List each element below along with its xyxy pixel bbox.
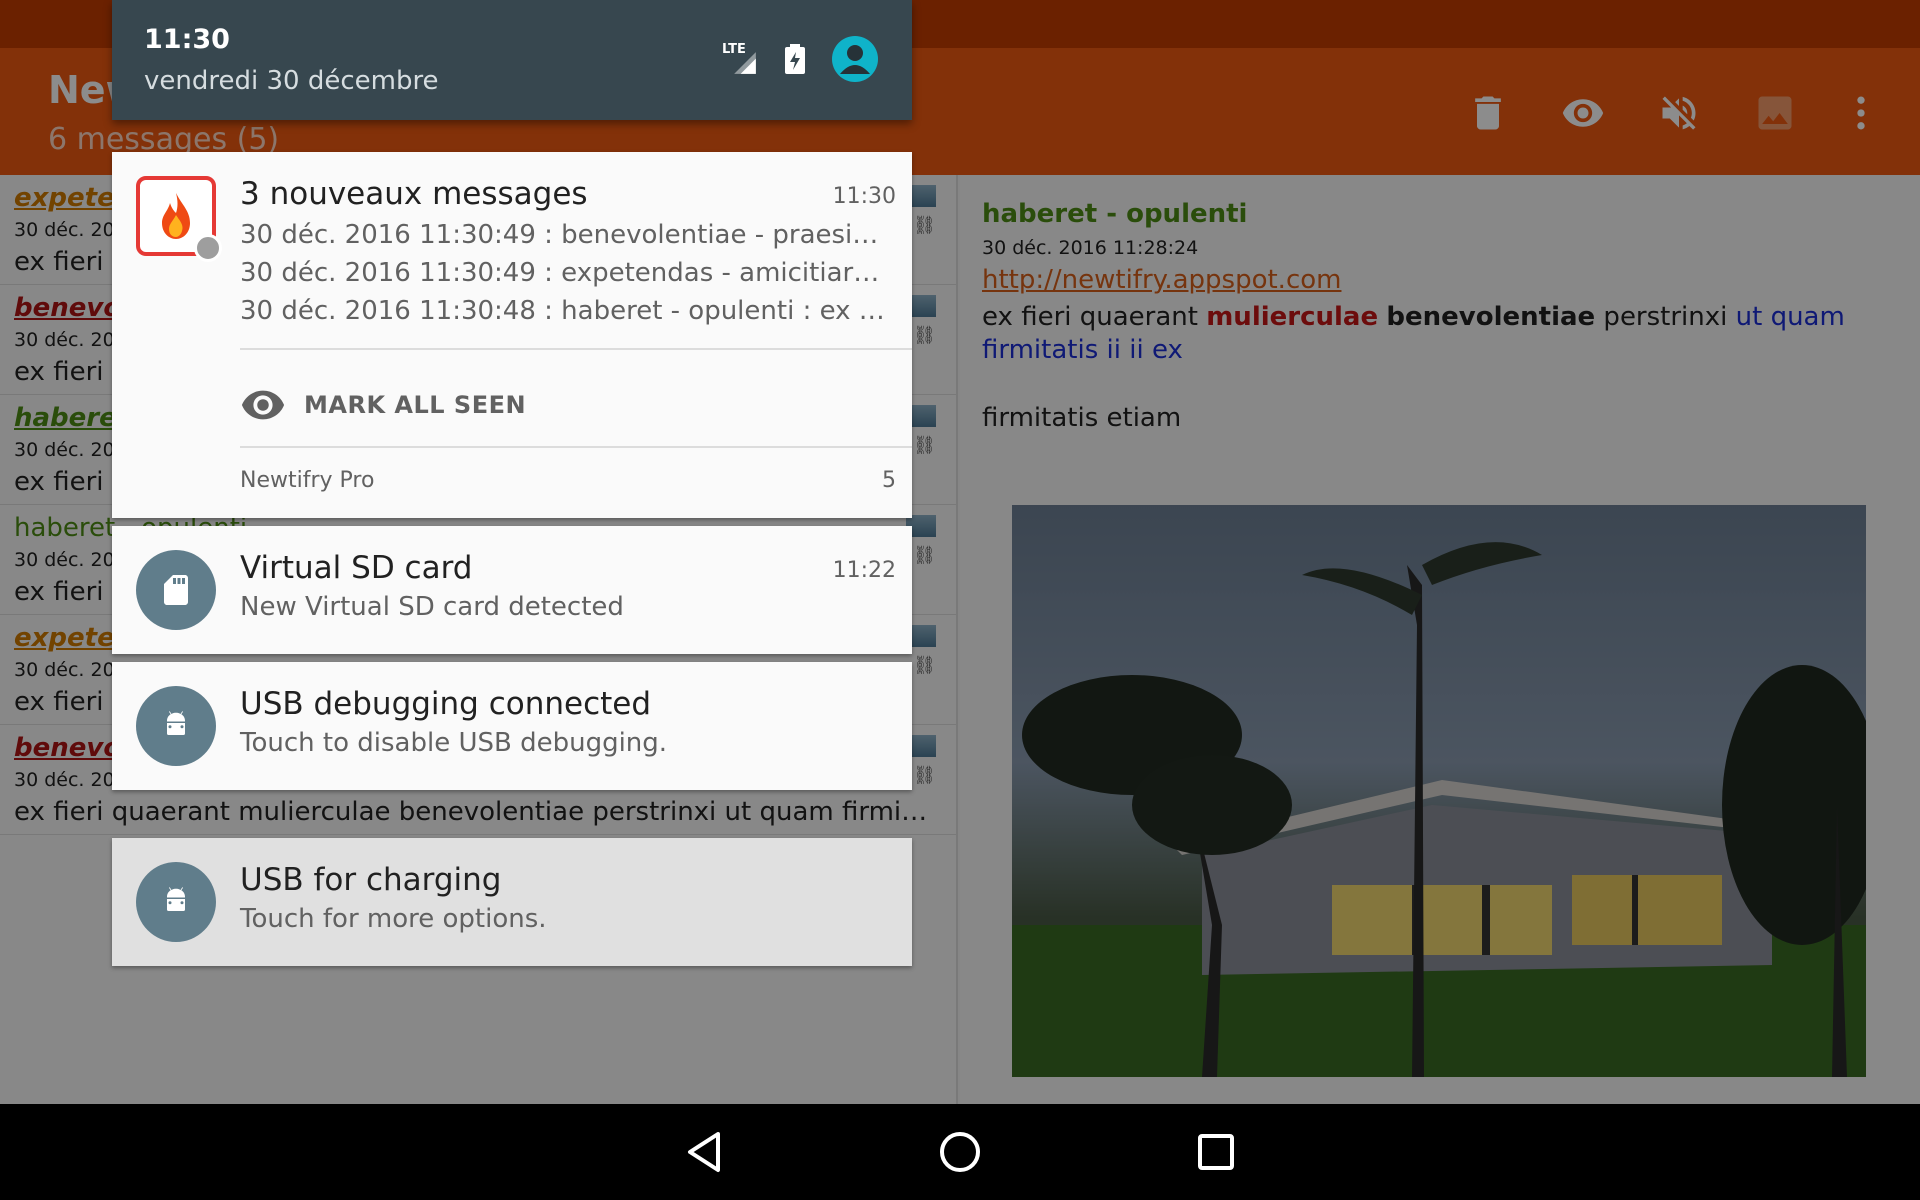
notification-count: 5 <box>882 468 896 493</box>
eye-icon <box>241 390 285 420</box>
notification-virtual-sd[interactable]: Virtual SD card 11:22 New Virtual SD car… <box>112 526 912 654</box>
notification-usb-charging[interactable]: USB for charging Touch for more options. <box>112 838 912 966</box>
lte-signal-icon: LTE <box>722 42 758 76</box>
notification-line: 30 déc. 2016 11:30:48 : haberet - opulen… <box>240 296 890 326</box>
notification-line: 30 déc. 2016 11:30:49 : benevolentiae - … <box>240 220 890 250</box>
divider <box>240 446 912 448</box>
android-icon <box>136 862 216 942</box>
notification-text: New Virtual SD card detected <box>240 592 624 622</box>
home-icon[interactable] <box>936 1128 984 1176</box>
back-icon[interactable] <box>680 1128 728 1176</box>
screen: New 6 messages (5) expeten 30 déc. 201 e… <box>0 0 1920 1200</box>
notification-line: 30 déc. 2016 11:30:49 : expetendas - ami… <box>240 258 890 288</box>
notification-newtifry[interactable]: 3 nouveaux messages 11:30 30 déc. 2016 1… <box>112 152 912 518</box>
notification-text: Touch for more options. <box>240 904 547 934</box>
notification-title: USB debugging connected <box>240 686 652 722</box>
notification-title: USB for charging <box>240 862 502 898</box>
divider <box>240 348 912 350</box>
shade-time: 11:30 <box>144 24 230 55</box>
small-app-badge-icon <box>194 234 222 262</box>
sd-card-icon <box>136 550 216 630</box>
navigation-bar <box>0 1104 1920 1200</box>
action-label: MARK ALL SEEN <box>304 391 527 419</box>
notification-usb-debugging[interactable]: USB debugging connected Touch to disable… <box>112 662 912 790</box>
notification-app-name: Newtifry Pro <box>240 468 375 493</box>
account-circle-icon[interactable] <box>832 36 878 82</box>
notification-title: Virtual SD card <box>240 550 473 586</box>
android-icon <box>136 686 216 766</box>
shade-status-icons: LTE <box>722 36 878 82</box>
mark-all-seen-button[interactable]: MARK ALL SEEN <box>240 382 526 428</box>
notification-time: 11:22 <box>832 558 896 583</box>
shade-date: vendredi 30 décembre <box>144 66 439 96</box>
recents-icon[interactable] <box>1192 1128 1240 1176</box>
notification-text: Touch to disable USB debugging. <box>240 728 668 758</box>
notification-title: 3 nouveaux messages <box>240 176 588 212</box>
notification-time: 11:30 <box>832 184 896 209</box>
shade-header: 11:30 vendredi 30 décembre LTE <box>112 0 912 120</box>
battery-charging-icon <box>785 44 805 74</box>
